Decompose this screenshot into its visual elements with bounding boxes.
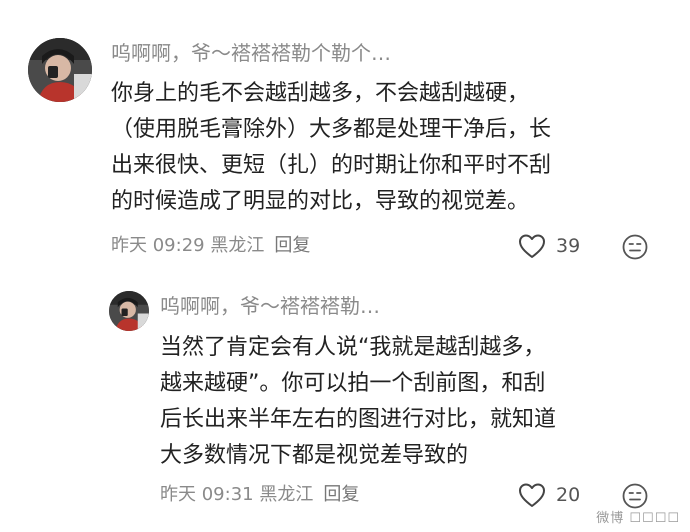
comment-text-line: 大多数情况下都是视觉差导致的 [160, 443, 469, 468]
emoji-button[interactable] [622, 483, 648, 509]
like-button[interactable]: 39 [518, 232, 580, 260]
reply-button[interactable]: 回复 [274, 235, 310, 256]
avatar[interactable] [28, 38, 92, 102]
comment-text-line: 越来越硬”。你可以拍一个刮前图，和刮 [160, 371, 546, 396]
comment-meta: 昨天 09:29 黑龙江 回复 [111, 234, 310, 258]
comment-text: 当然了肯定会有人说“我就是越刮越多， 越来越硬”。你可以拍一个刮前图，和刮 后长… [160, 330, 556, 474]
avatar[interactable] [109, 291, 149, 331]
heart-icon [519, 483, 545, 507]
like-button[interactable]: 20 [518, 481, 580, 509]
heart-icon [519, 234, 545, 258]
comment-username[interactable]: 呜啊啊，爷～褡褡褡勒… [160, 293, 380, 319]
comment-username[interactable]: 呜啊啊，爷～褡褡褡勒个勒个… [111, 40, 391, 66]
comment-text-line: 你身上的毛不会越刮越多，不会越刮越硬， [111, 81, 530, 106]
user-avatar-icon [28, 38, 92, 102]
comment-timestamp: 昨天 09:29 黑龙江 [111, 235, 265, 256]
emoji-icon [622, 483, 648, 509]
comment-timestamp: 昨天 09:31 黑龙江 [160, 484, 314, 505]
comment-text-line: 出来很快、更短（扎）的时期让你和平时不刮 [111, 153, 552, 178]
like-count: 39 [556, 235, 581, 257]
user-avatar-icon [109, 291, 149, 331]
reply-button[interactable]: 回复 [323, 484, 359, 505]
comment-text-line: 的时候造成了明显的对比，导致的视觉差。 [111, 189, 530, 214]
comment-text: 你身上的毛不会越刮越多，不会越刮越硬， （使用脱毛膏除外）大多都是处理干净后，长… [111, 76, 551, 220]
emoji-button[interactable] [622, 234, 648, 260]
comment-text-line: 后长出来半年左右的图进行对比，就知道 [160, 407, 557, 432]
comment-meta: 昨天 09:31 黑龙江 回复 [160, 483, 359, 507]
like-count: 20 [556, 484, 581, 506]
comment-text-line: （使用脱毛膏除外）大多都是处理干净后，长 [111, 117, 552, 142]
emoji-icon [622, 234, 648, 260]
comment-text-line: 当然了肯定会有人说“我就是越刮越多， [160, 335, 546, 360]
watermark: 微博 ☐☐☐☐ [596, 511, 680, 526]
